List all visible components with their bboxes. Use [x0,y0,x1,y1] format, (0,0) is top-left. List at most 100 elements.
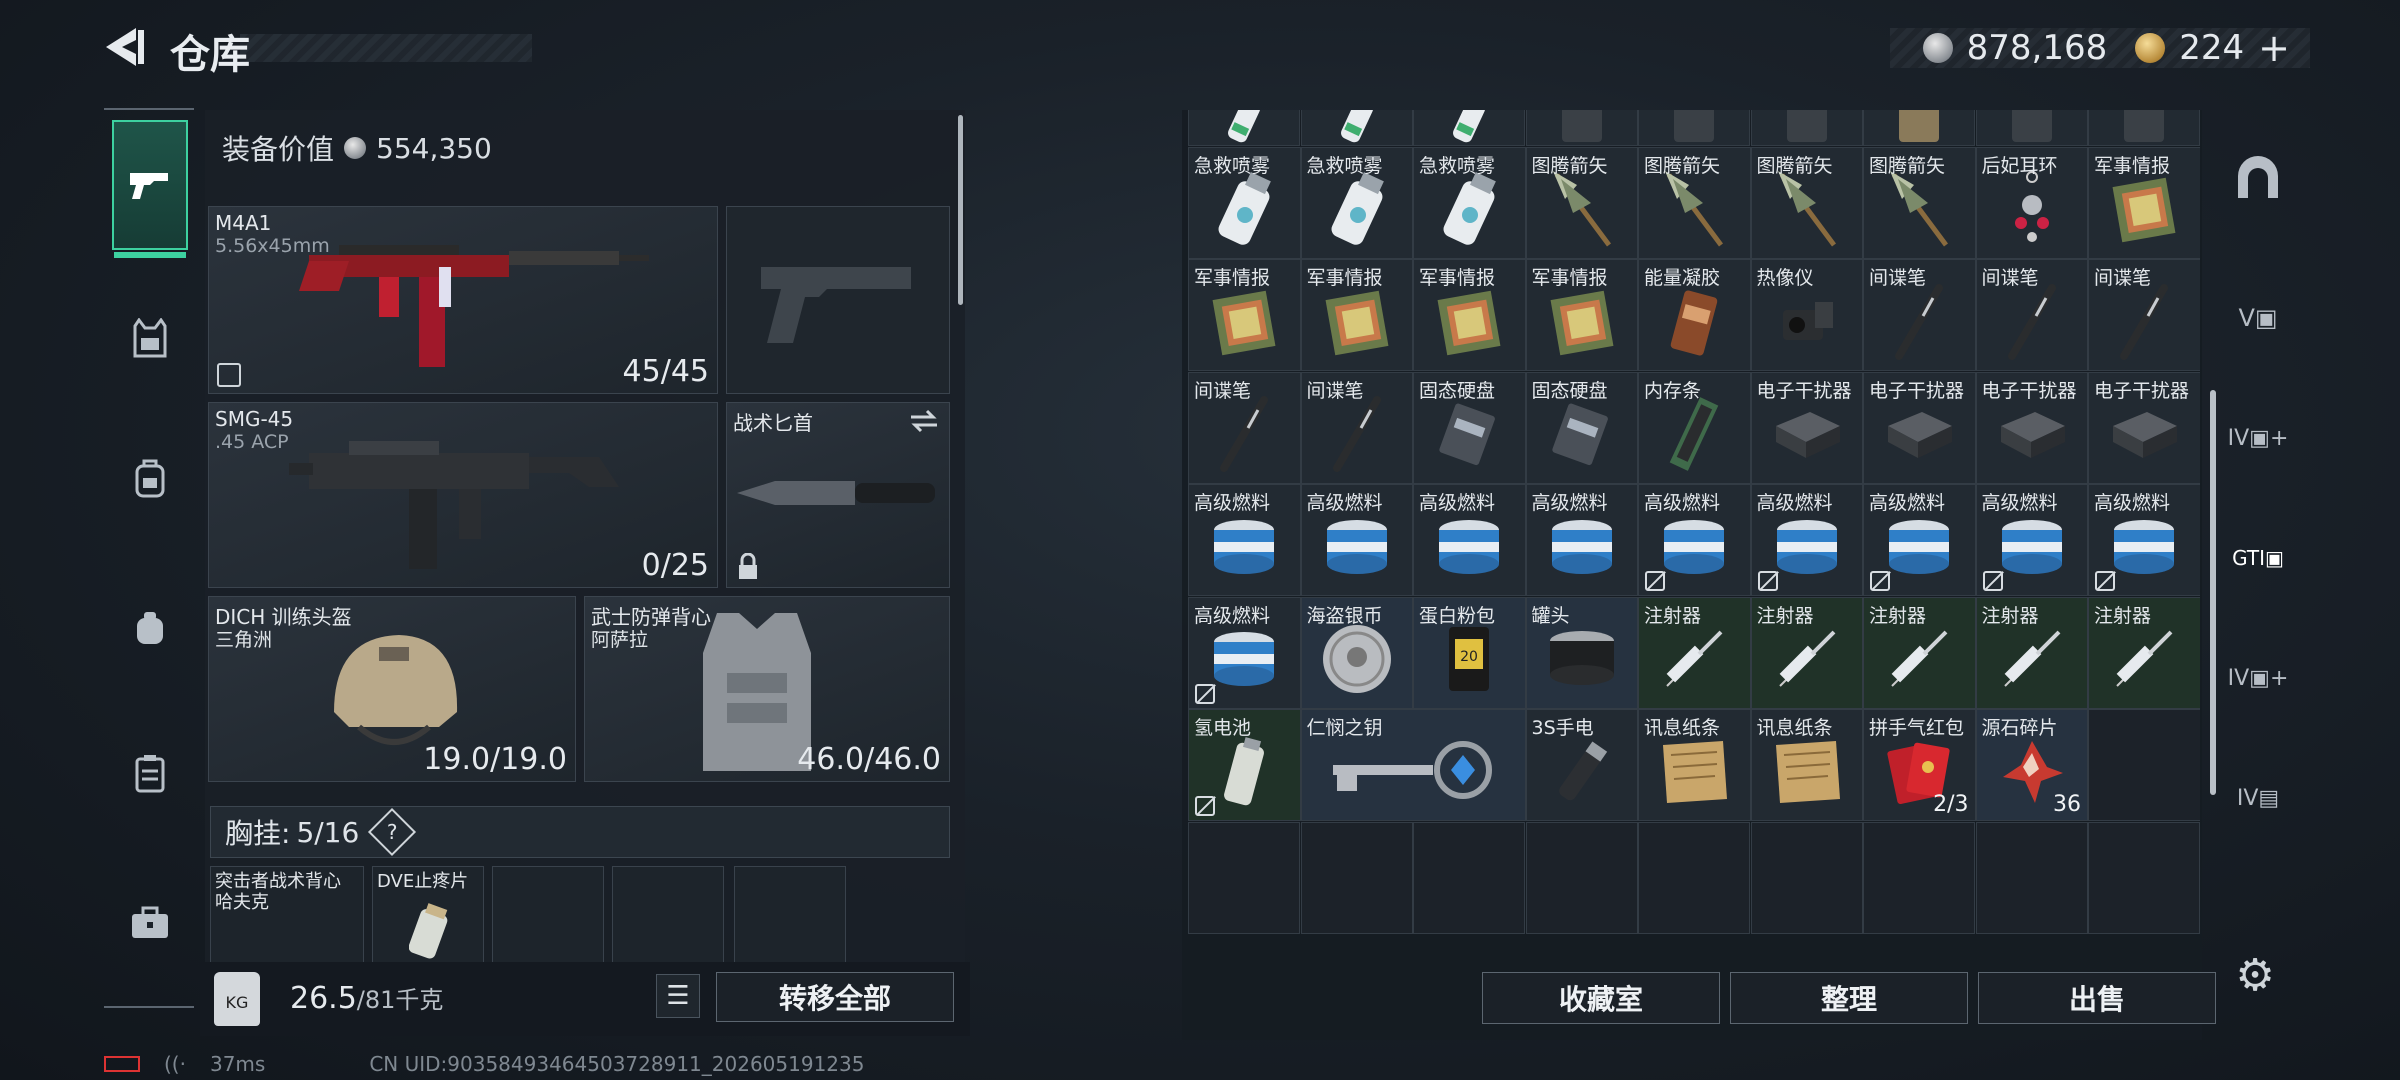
storage-tab-main[interactable] [2228,148,2288,208]
storage-item-intel[interactable]: 军事情报 [2088,146,2200,259]
melee-slot[interactable]: 战术匕首 [726,402,950,588]
storage-item-pen[interactable]: 间谍笔 [1863,259,1976,371]
storage-item-ram[interactable]: 内存条 [1638,371,1751,484]
storage-cell[interactable] [1863,110,1975,146]
storage-item-ssd[interactable]: 固态硬盘 [1413,371,1526,484]
storage-item-pen[interactable]: 间谍笔 [1975,259,2088,371]
storage-item-fuel[interactable]: 高级燃料 [2088,484,2200,596]
storage-item-fuel[interactable]: 高级燃料 [1975,484,2088,596]
storage-item-note[interactable]: 讯息纸条 [1750,709,1863,821]
storage-item-spray[interactable]: 急救喷雾 [1300,146,1413,259]
storage-tab-v[interactable]: V▣ [2228,288,2288,348]
back-arrow-icon[interactable] [100,22,150,72]
storage-item-intel[interactable]: 军事情报 [1525,259,1638,371]
organize-button[interactable]: 整理 [1730,972,1968,1024]
storage-item-flashlight[interactable]: 3S手电 [1525,709,1638,821]
storage-cell[interactable] [1413,110,1525,146]
settings-gear-icon[interactable]: ⚙ [2230,950,2280,1001]
storage-item-jammer[interactable]: 电子干扰器 [1750,371,1863,484]
storage-empty-cell[interactable] [1863,821,1975,934]
storage-empty-cell[interactable] [1975,821,2088,934]
storage-cell[interactable] [1188,110,1300,146]
storage-item-protein[interactable]: 蛋白粉包 20 [1413,596,1526,709]
primary-weapon-slot[interactable]: M4A1 5.56x45mm 45/45 [208,206,718,394]
storage-tab-iv-add-2[interactable]: IV▣+ [2228,648,2289,708]
storage-item-spray[interactable]: 急救喷雾 [1413,146,1526,259]
storage-item-syringe[interactable]: 注射器 [1750,596,1863,709]
nav-rig-tab[interactable] [112,300,188,376]
storage-item-shard[interactable]: 源石碎片 36 [1975,709,2088,821]
storage-item-gel[interactable]: 能量凝胶 [1638,259,1751,371]
storage-cell[interactable] [1638,110,1750,146]
helmet-slot[interactable]: DICH 训练头盔 三角洲 19.0/19.0 [208,596,576,782]
storage-item-coin[interactable]: 海盗银币 [1300,596,1413,709]
storage-empty-cell[interactable] [2088,821,2200,934]
storage-item-key[interactable]: 仁悯之钥 [1300,709,1526,821]
storage-item-fuel[interactable]: 高级燃料 [1525,484,1638,596]
nav-weapons-tab[interactable] [112,120,188,258]
storage-empty-cell[interactable] [1638,821,1750,934]
storage-item-battery[interactable]: 氢电池 [1188,709,1301,821]
chest-rig-slot[interactable]: 突击者战术背心 哈夫克 [210,866,364,966]
storage-item-syringe[interactable]: 注射器 [1975,596,2088,709]
storage-empty-cell[interactable] [2088,709,2200,821]
sell-button[interactable]: 出售 [1978,972,2216,1024]
secondary-weapon-slot[interactable]: SMG-45 .45 ACP 0/25 [208,402,718,588]
storage-item-jammer[interactable]: 电子干扰器 [2088,371,2200,484]
storage-tab-gti[interactable]: GTI▣ [2228,528,2288,588]
chest-empty-slot[interactable] [612,866,724,966]
storage-item-fuel[interactable]: 高级燃料 [1750,484,1863,596]
storage-item-fuel[interactable]: 高级燃料 [1188,596,1301,709]
transfer-all-button[interactable]: 转移全部 [716,972,954,1022]
storage-tab-iv-folder[interactable]: IV▤ [2228,768,2288,828]
storage-item-syringe[interactable]: 注射器 [1863,596,1976,709]
storage-cell[interactable] [1750,110,1863,146]
nav-toolbox-tab[interactable] [112,885,188,961]
nav-pouch-tab[interactable] [112,590,188,666]
storage-item-pen[interactable]: 间谍笔 [2088,259,2200,371]
equipment-scrollbar[interactable] [958,115,963,305]
storage-item-arrow[interactable]: 图腾箭矢 [1638,146,1751,259]
storage-item-syringe[interactable]: 注射器 [1638,596,1751,709]
chest-empty-slot[interactable] [492,866,604,966]
storage-item-pen[interactable]: 间谍笔 [1300,371,1413,484]
storage-cell[interactable] [2088,110,2200,146]
storage-item-fuel[interactable]: 高级燃料 [1413,484,1526,596]
list-view-button[interactable]: ☰ [656,974,700,1018]
storage-item-arrow[interactable]: 图腾箭矢 [1863,146,1976,259]
storage-item-intel[interactable]: 军事情报 [1188,259,1301,371]
help-icon[interactable]: ? [368,807,417,857]
storage-item-intel[interactable]: 军事情报 [1300,259,1413,371]
storage-item-jammer[interactable]: 电子干扰器 [1975,371,2088,484]
storage-item-spray[interactable]: 急救喷雾 [1188,146,1301,259]
storage-item-intel[interactable]: 军事情报 [1413,259,1526,371]
storage-item-pen[interactable]: 间谍笔 [1188,371,1301,484]
storage-empty-cell[interactable] [1525,821,1638,934]
nav-container-tab[interactable] [112,735,188,811]
armor-slot[interactable]: 武士防弹背心 阿萨拉 46.0/46.0 [584,596,950,782]
storage-item-fuel[interactable]: 高级燃料 [1300,484,1413,596]
storage-item-fuel[interactable]: 高级燃料 [1188,484,1301,596]
storage-cell[interactable] [1975,110,2088,146]
storage-scrollbar[interactable] [2210,390,2216,795]
storage-item-redpacket[interactable]: 拼手气红包 2/3 [1863,709,1976,821]
storage-item-arrow[interactable]: 图腾箭矢 [1525,146,1638,259]
add-currency-button[interactable]: + [2258,26,2290,70]
storage-item-arrow[interactable]: 图腾箭矢 [1750,146,1863,259]
storage-item-fuel[interactable]: 高级燃料 [1863,484,1976,596]
storage-empty-cell[interactable] [1300,821,1413,934]
storage-tab-iv-add[interactable]: IV▣+ [2228,408,2289,468]
storage-item-jammer[interactable]: 电子干扰器 [1863,371,1976,484]
chest-empty-slot[interactable] [734,866,846,966]
chest-item-slot[interactable]: DVE止疼片 [372,866,484,966]
storage-item-fuel[interactable]: 高级燃料 [1638,484,1751,596]
swap-icon[interactable] [909,409,939,433]
collection-room-button[interactable]: 收藏室 [1482,972,1720,1024]
storage-item-ssd[interactable]: 固态硬盘 [1525,371,1638,484]
pistol-slot[interactable] [726,206,950,394]
storage-item-earring[interactable]: 后妃耳环 [1975,146,2088,259]
nav-backpack-tab[interactable] [112,440,188,516]
storage-empty-cell[interactable] [1750,821,1863,934]
storage-empty-cell[interactable] [1188,821,1300,934]
storage-item-note[interactable]: 讯息纸条 [1638,709,1751,821]
